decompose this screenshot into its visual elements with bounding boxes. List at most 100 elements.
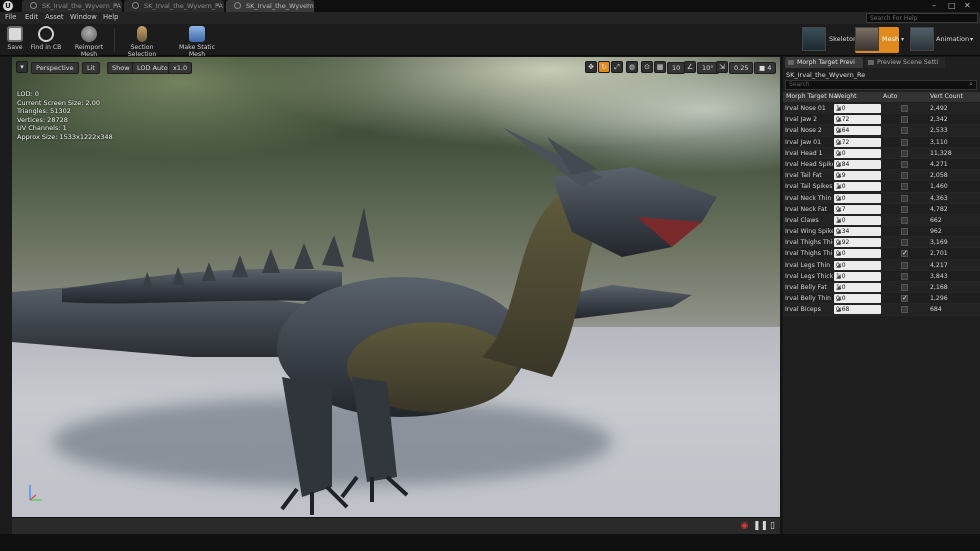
tab-morph-target-preview[interactable]: Morph Target Previ <box>785 57 863 68</box>
header-weight[interactable]: Weight <box>835 93 857 100</box>
auto-checkbox[interactable] <box>901 239 908 247</box>
table-row[interactable]: Irval Neck Fat 0.7 ◢ 4,782 <box>783 204 980 215</box>
weight-input[interactable]: 1.0 ◢ <box>834 215 881 225</box>
auto-checkbox[interactable] <box>901 105 908 112</box>
table-row[interactable]: Irval Tail Fat 0.9 ◢ 2,058 <box>783 170 980 182</box>
spinner-icon[interactable]: ◢ <box>836 105 879 112</box>
spinner-icon[interactable]: ◢ <box>836 195 879 202</box>
close-icon[interactable]: ✕ <box>305 2 310 9</box>
spinner-icon[interactable]: ◢ <box>836 206 879 213</box>
scale-snap-button[interactable]: 0.25 <box>729 62 754 74</box>
weight-input[interactable]: 0.72 ◢ <box>834 137 881 147</box>
pause-icon[interactable]: ❚❚ <box>753 521 768 532</box>
scale-snap-icon[interactable]: ⇲ <box>716 61 728 73</box>
auto-checkbox[interactable] <box>901 284 908 291</box>
auto-checkbox[interactable] <box>901 149 908 157</box>
spinner-icon[interactable]: ◢ <box>836 217 879 224</box>
show-button[interactable]: Show <box>107 62 135 74</box>
loop-icon[interactable]: ▯ <box>767 521 778 532</box>
spinner-icon[interactable]: ◢ <box>836 262 879 269</box>
spinner-icon[interactable]: ◢ <box>836 284 879 291</box>
table-row[interactable]: Irval Thighs Thin 0.0 ◢ ✓ 2,701 <box>783 248 980 260</box>
spinner-icon[interactable]: ◢ <box>836 183 879 190</box>
table-row[interactable]: Irval Neck Thin 0.0 ◢ 4,363 <box>783 192 980 204</box>
auto-checkbox[interactable] <box>901 183 908 191</box>
translate-icon[interactable]: ✥ <box>585 61 597 73</box>
spinner-icon[interactable]: ◢ <box>836 150 879 157</box>
menu-window[interactable]: Window <box>70 13 97 21</box>
weight-input[interactable]: 0.0 ◢ <box>834 249 881 259</box>
mode-animation-button[interactable]: Animation ▾ <box>910 27 978 53</box>
weight-input[interactable]: 0.0 ◢ <box>834 193 881 203</box>
find-in-cb-button[interactable]: Find in CB <box>29 25 63 55</box>
table-row[interactable]: Irval Nose 01 1.0 ◢ 2,492 <box>783 103 980 115</box>
spinner-icon[interactable]: ◢ <box>836 306 879 313</box>
document-tab-0[interactable]: SK_Irval_the_Wyvern_PA A ✕ <box>22 0 122 12</box>
auto-checkbox[interactable] <box>901 306 908 314</box>
auto-checkbox[interactable] <box>901 261 908 269</box>
weight-input[interactable]: 0.9 ◢ <box>834 171 881 181</box>
table-row[interactable]: Irval Nose 2 0.64 ◢ 2,533 <box>783 125 980 137</box>
table-row[interactable]: Irval Biceps 0.68 ◢ 684 <box>783 304 980 316</box>
tab-preview-scene-settings[interactable]: Preview Scene Setti <box>865 57 945 68</box>
table-row[interactable]: Irval Jaw 2 0.72 ◢ 2,342 <box>783 114 980 126</box>
grid-size-button[interactable]: 10 <box>667 62 686 74</box>
auto-checkbox[interactable] <box>901 160 908 168</box>
table-row[interactable]: Irval Legs Thick 1.0 ◢ 3,843 <box>783 271 980 282</box>
header-auto[interactable]: Auto <box>883 93 897 100</box>
auto-checkbox[interactable] <box>901 127 908 135</box>
wyvern-preview-mesh[interactable] <box>12 57 780 517</box>
header-vert-count[interactable]: Vert Count <box>930 93 963 100</box>
weight-input[interactable]: 1.0 ◢ <box>834 283 881 292</box>
close-icon[interactable]: ✕ <box>113 2 118 9</box>
document-tab-2[interactable]: SK_Irval_the_Wyvern_Re ✕ <box>226 0 314 12</box>
viewport[interactable]: ▾ Perspective Lit Show LOD Auto x1.0 ✥ ↻… <box>12 57 780 517</box>
table-row[interactable]: Irval Belly Fat 1.0 ◢ 2,168 <box>783 282 980 294</box>
close-icon[interactable]: ✕ <box>215 2 220 9</box>
auto-checkbox[interactable] <box>901 272 908 280</box>
auto-checkbox[interactable] <box>901 194 908 202</box>
auto-checkbox[interactable] <box>901 172 908 180</box>
auto-checkbox[interactable] <box>901 228 908 236</box>
table-row[interactable]: Irval Head Spikes0.84◢ 4,271 <box>783 159 980 171</box>
auto-checkbox[interactable]: ✓ <box>901 295 908 303</box>
spinner-icon[interactable]: ◢ <box>836 127 879 134</box>
weight-input[interactable]: 0.0 ◢ <box>834 260 881 270</box>
maximize-icon[interactable]: □ <box>948 1 956 10</box>
section-selection-button[interactable]: Section Selection <box>117 25 167 58</box>
weight-input[interactable]: 0.0 ◢ <box>834 148 881 158</box>
table-row[interactable]: Irval Claws 1.0 ◢ 662 <box>783 214 980 227</box>
spinner-icon[interactable]: ◢ <box>836 239 879 246</box>
menu-asset[interactable]: Asset <box>45 13 64 21</box>
table-row[interactable]: Irval Belly Thin 0.0 ◢ ✓ 1,296 <box>783 293 980 305</box>
help-search-input[interactable]: Search For Help <box>866 13 978 23</box>
spinner-icon[interactable]: ◢ <box>836 250 879 257</box>
weight-input[interactable]: 1.0 ◢ <box>834 182 881 192</box>
header-name[interactable]: Morph Target Na <box>786 93 837 100</box>
table-row[interactable]: Irval Head 1 0.0 ◢ 11,328 <box>783 147 980 159</box>
table-row[interactable]: Irval Legs Thin 0.0 ◢ 4,217 <box>783 259 980 271</box>
close-window-icon[interactable]: ✕ <box>964 1 971 10</box>
morph-search-input[interactable]: Search <box>785 80 977 90</box>
weight-input[interactable]: 0.34 ◢ <box>834 227 881 237</box>
grid-snap-icon[interactable]: ▦ <box>654 61 666 73</box>
auto-checkbox[interactable] <box>901 205 908 213</box>
table-row[interactable]: Irval Tail Spikes 1.0 ◢ 1,460 <box>783 181 980 193</box>
camera-speed-button[interactable]: ■ 4 <box>754 62 777 74</box>
auto-checkbox[interactable]: ✓ <box>901 250 908 258</box>
mode-skeleton-button[interactable]: Skeleton <box>802 27 857 53</box>
table-row[interactable]: Irval Jaw 01 0.72 ◢ 3,110 <box>783 137 980 148</box>
menu-help[interactable]: Help <box>103 13 119 21</box>
auto-checkbox[interactable] <box>901 138 908 146</box>
weight-input[interactable]: 0.68 ◢ <box>834 305 881 315</box>
menu-file[interactable]: File <box>5 13 16 21</box>
mode-animation-dropdown-icon[interactable]: ▾ <box>970 36 973 43</box>
minimize-icon[interactable]: – <box>932 1 936 10</box>
spinner-icon[interactable]: ◢ <box>836 161 879 168</box>
mode-dropdown-icon[interactable]: ▾ <box>901 36 904 43</box>
lit-button[interactable]: Lit <box>82 62 100 74</box>
scale-icon[interactable]: ⤢ <box>611 61 623 73</box>
save-button[interactable]: Save <box>4 25 26 55</box>
weight-input[interactable]: 0.0 ◢ <box>834 294 881 304</box>
lod-auto-button[interactable]: LOD Auto <box>132 62 173 74</box>
